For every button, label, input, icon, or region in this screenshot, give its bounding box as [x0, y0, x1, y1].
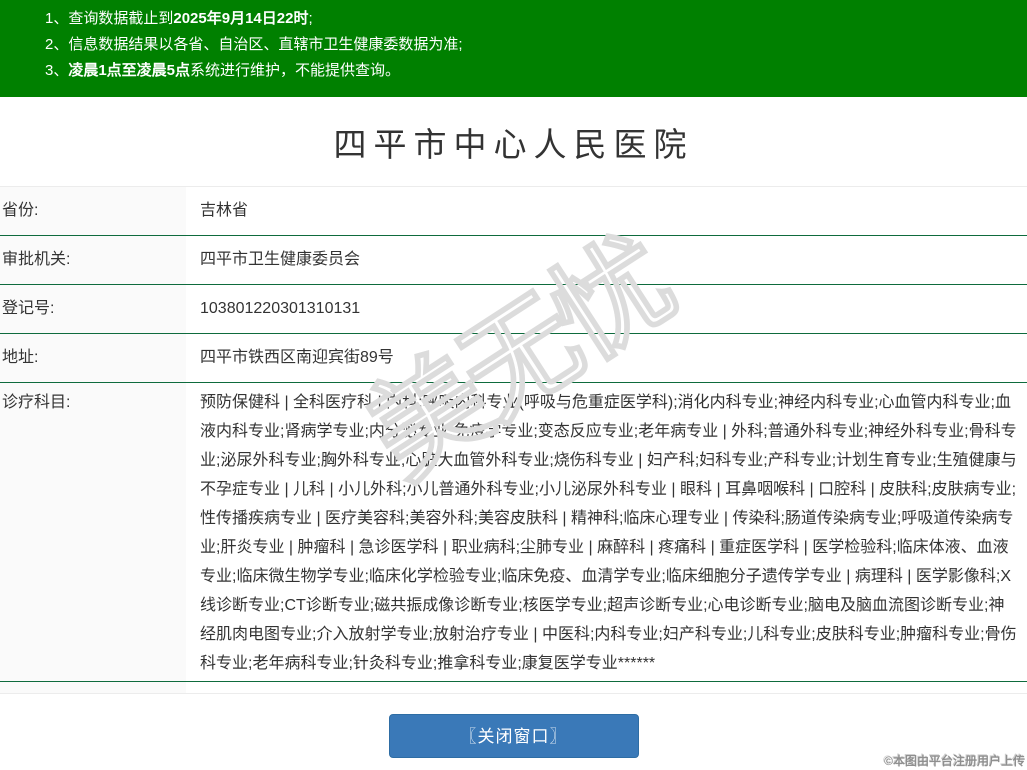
row-value: 103801220301310131 [200, 300, 361, 317]
spacer-value-cell [186, 682, 1027, 693]
row-label: 登记号: [0, 285, 186, 333]
notice-bold-text: 凌晨1点至凌晨5点 [68, 62, 191, 79]
spacer-label-cell [0, 682, 186, 693]
upload-copyright-note: ©本图由平台注册用户上传 [884, 754, 1025, 768]
table-row-approval-authority: 审批机关: 四平市卫生健康委员会 [0, 236, 1027, 285]
notice-line-3: 3、凌晨1点至凌晨5点系统进行维护，不能提供查询。 [45, 58, 1017, 84]
page-title: 四平市中心人民医院 [333, 126, 694, 163]
notice-bold-text: 2025年9月14日22时 [173, 10, 309, 27]
table-row-departments: 诊疗科目: 预防保健科 | 全科医疗科 | 内科;呼吸内科专业(呼吸与危重症医学… [0, 383, 1027, 682]
table-spacer-row [0, 682, 1027, 694]
row-value: 吉林省 [200, 202, 249, 219]
table-row-province: 省份: 吉林省 [0, 187, 1027, 236]
notice-line-2: 2、信息数据结果以各省、自治区、直辖市卫生健康委数据为准; [45, 32, 1017, 58]
table-row-address: 地址: 四平市铁西区南迎宾街89号 [0, 334, 1027, 383]
notice-text: 系统进行维护，不能提供查询。 [190, 62, 401, 79]
notice-text: ; [308, 10, 313, 27]
row-value: 四平市卫生健康委员会 [200, 251, 361, 268]
notice-text: 查询数据截止到 [68, 10, 174, 27]
notice-num: 2、 [45, 36, 69, 53]
row-label: 诊疗科目: [0, 383, 186, 681]
notice-line-1: 1、查询数据截止到2025年9月14日22时; [45, 6, 1017, 32]
notice-num: 3、 [45, 62, 69, 79]
notice-text: 信息数据结果以各省、自治区、直辖市卫生健康委数据为准; [68, 36, 463, 53]
notice-num: 1、 [45, 10, 69, 27]
button-row: 〖关闭窗口〗 [0, 714, 1027, 758]
close-window-button[interactable]: 〖关闭窗口〗 [388, 714, 639, 758]
row-label: 地址: [0, 334, 186, 382]
notice-bar: 1、查询数据截止到2025年9月14日22时; 2、信息数据结果以各省、自治区、… [0, 0, 1027, 97]
hospital-info-table: 省份: 吉林省 审批机关: 四平市卫生健康委员会 登记号: 1038012203… [0, 186, 1027, 694]
table-row-registration-number: 登记号: 103801220301310131 [0, 285, 1027, 334]
row-value: 预防保健科 | 全科医疗科 | 内科;呼吸内科专业(呼吸与危重症医学科);消化内… [200, 394, 1017, 672]
row-label: 审批机关: [0, 236, 186, 284]
row-label: 省份: [0, 187, 186, 235]
row-value: 四平市铁西区南迎宾街89号 [200, 349, 394, 366]
